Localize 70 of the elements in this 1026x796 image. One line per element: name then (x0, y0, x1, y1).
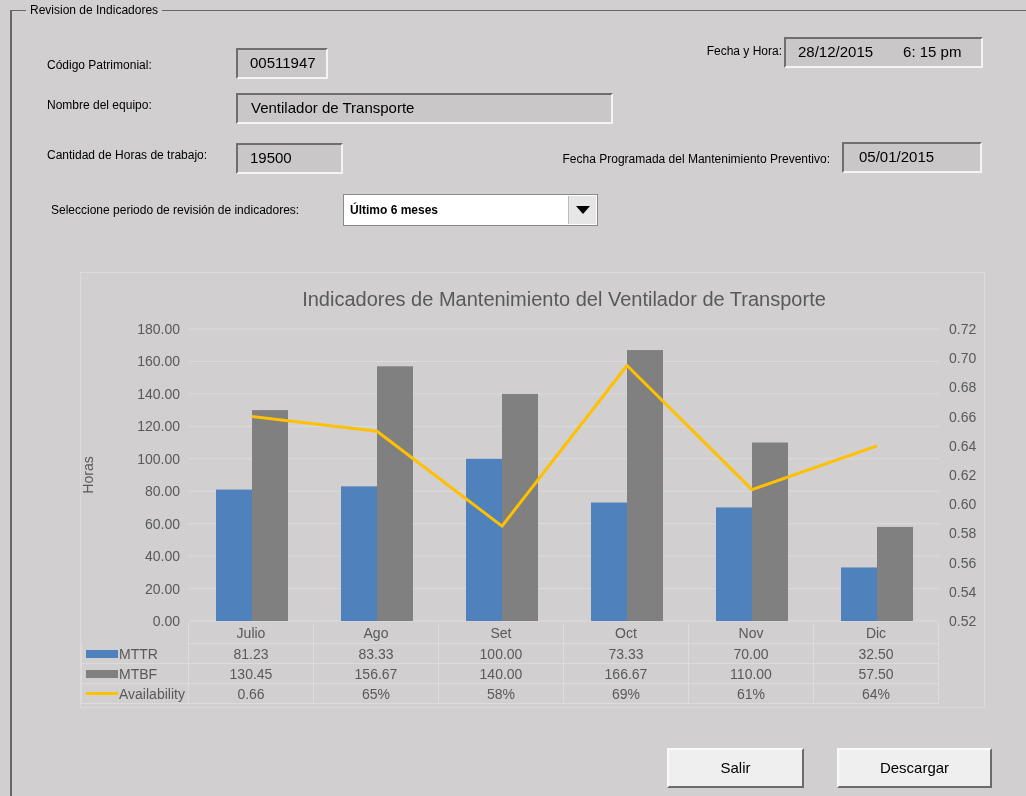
category-label: Oct (564, 623, 689, 644)
axis-tick-label: 120.00 (137, 418, 180, 435)
axis-tick-label: 0.56 (949, 554, 977, 571)
table-cell: 81.23 (189, 644, 314, 664)
axis-tick-label: 80.00 (144, 483, 180, 500)
table-cell: 83.33 (314, 644, 439, 664)
category-label: Ago (314, 623, 439, 644)
legend-bar-icon (86, 649, 118, 658)
series-name: Availability (119, 684, 185, 704)
axis-tick-label: 100.00 (137, 450, 180, 467)
table-cell: 64% (814, 684, 939, 704)
table-cell: 70.00 (689, 644, 814, 664)
table-cell: 0.66 (189, 684, 314, 704)
category-label: Dic (814, 623, 939, 644)
axis-tick-label: 0.54 (949, 583, 977, 600)
axis-title: Horas (81, 456, 96, 494)
axis-tick-label: 0.52 (949, 613, 977, 629)
axis-tick-label: 0.66 (949, 408, 977, 425)
field-label: Código Patrimonial: (47, 57, 153, 74)
field-label: Cantidad de Horas de trabajo: (47, 146, 209, 164)
table-cell: 166.67 (564, 664, 689, 684)
series-name: MTBF (119, 664, 158, 684)
axis-tick-label: 0.60 (949, 496, 977, 513)
table-cell: 140.00 (439, 664, 564, 684)
table-cell: 73.33 (564, 644, 689, 664)
field-label: Nombre del equipo: (47, 96, 153, 114)
fecha-programada-field[interactable]: 05/01/2015 (842, 142, 982, 173)
horas-field[interactable]: 19500 (236, 143, 343, 174)
table-cell: 110.00 (689, 664, 814, 684)
time-text: 6: 15 pm (903, 42, 962, 63)
table-cell: 69% (564, 684, 689, 704)
field-label: Seleccione periodo de revisión de indicadores: (51, 202, 301, 219)
category-label: Julio (189, 623, 314, 644)
axis-tick-label: 0.00 (152, 613, 180, 629)
axis-tick-label: 40.00 (144, 548, 180, 565)
period-dropdown[interactable]: Último 6 meses (343, 194, 598, 226)
table-cell: 156.67 (314, 664, 439, 684)
axis-tick-label: 180.00 (137, 321, 180, 337)
category-label: Set (439, 623, 564, 644)
action-button[interactable]: Salir (667, 748, 804, 788)
axis-tick-label: 0.70 (949, 350, 977, 367)
table-cell: 57.50 (814, 664, 939, 684)
field-label: Fecha Programada del Mantenimiento Preventivo: (562, 150, 830, 168)
table-cell: 58% (439, 684, 564, 704)
axis-tick-label: 140.00 (137, 385, 180, 402)
legend-bar-icon (86, 669, 118, 678)
axis-tick-label: 0.62 (949, 467, 977, 483)
field-label: Fecha y Hora: (706, 43, 782, 60)
dropdown-caret-icon[interactable] (568, 196, 596, 224)
axis-tick-label: 0.68 (949, 379, 977, 396)
action-button[interactable]: Descargar (837, 748, 992, 788)
legend-line-icon (86, 692, 118, 695)
series-name: MTTR (119, 644, 158, 664)
chart-title: Indicadores de Mantenimiento del Ventilador de Transporte (302, 288, 826, 310)
category-label: Nov (689, 623, 814, 644)
table-cell: 32.50 (814, 644, 939, 664)
axis-tick-label: 160.00 (137, 353, 180, 370)
axis-tick-label: 0.64 (949, 437, 977, 454)
table-cell: 130.45 (189, 664, 314, 684)
fecha-hora-field[interactable]: 28/12/2015 6: 15 pm (784, 37, 983, 68)
date-text: 28/12/2015 (798, 42, 874, 63)
table-cell: 65% (314, 684, 439, 704)
axis-tick-label: 60.00 (144, 515, 180, 532)
codigo-field[interactable]: 00511947 (236, 48, 328, 79)
axis-tick-label: 0.58 (949, 525, 977, 542)
axis-tick-label: 20.00 (144, 580, 180, 597)
axis-tick-label: 0.72 (949, 321, 977, 337)
table-cell: 61% (689, 684, 814, 704)
nombre-field[interactable]: Ventilador de Transporte (236, 93, 613, 124)
table-cell: 100.00 (439, 644, 564, 664)
